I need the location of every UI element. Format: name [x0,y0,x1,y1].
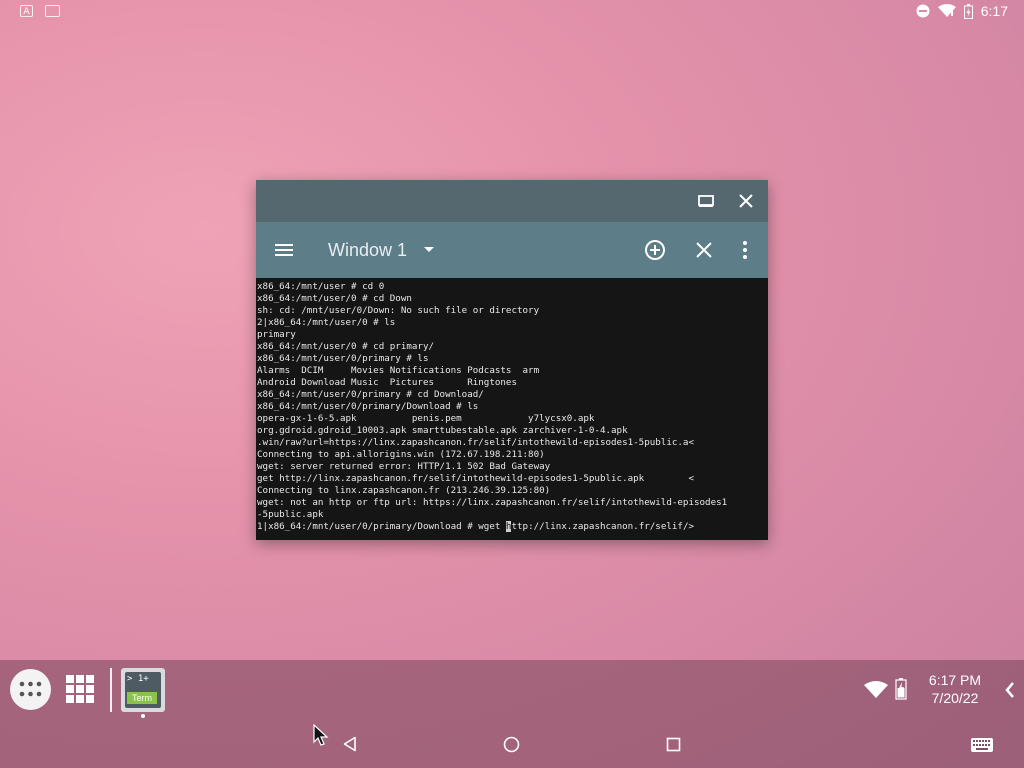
tray-battery-icon[interactable] [895,678,907,700]
taskbar-divider [110,668,112,712]
terminal-app-icon-top: > 1+ [127,674,149,684]
terminal-line: get http://linx.zapashcanon.fr/selif/int… [257,473,694,484]
window-caption-bar[interactable] [256,180,768,222]
do-not-disturb-icon [916,4,930,18]
terminal-line: Connecting to api.allorigins.win (172.67… [257,449,545,460]
terminal-line: Alarms DCIM Movies Notifications Podcast… [257,365,540,376]
prompt-text-after-cursor: ttp://linx.zapashcanon.fr/selif/> [511,521,695,532]
notification-icons: A [20,5,60,17]
taskbar: > 1+ Term 6:17 PM 7/20/22 [0,660,1024,720]
battery-icon [963,3,973,19]
window-title[interactable]: Window 1 [328,240,407,261]
terminal-window: Window 1 x86_64:/mnt/user # cd 0 x86_64:… [256,180,768,540]
mouse-pointer-icon [313,724,329,746]
terminal-line: x86_64:/mnt/user/0/primary # cd Download… [257,389,484,400]
taskbar-clock[interactable]: 6:17 PM 7/20/22 [920,671,990,707]
prompt-text: 1|x86_64:/mnt/user/0/primary/Download # … [257,521,506,532]
back-icon[interactable] [342,736,358,752]
font-notification-icon: A [20,5,33,17]
terminal-prompt[interactable]: 1|x86_64:/mnt/user/0/primary/Download # … [257,521,694,532]
terminal-line: Connecting to linx.zapashcanon.fr (213.2… [257,485,551,496]
terminal-app-button[interactable]: > 1+ Term [121,668,165,712]
system-icons: 6:17 [916,3,1008,19]
terminal-line: sh: cd: /mnt/user/0/Down: No such file o… [257,305,540,316]
status-bar: A 6:17 [0,0,1024,24]
terminal-line: Android Download Music Pictures Ringtone… [257,377,517,388]
app-drawer-button[interactable] [10,669,51,710]
maximize-icon[interactable] [696,191,716,211]
chevron-left-icon[interactable] [1004,680,1016,700]
terminal-line: -5public.apk [257,509,324,520]
terminal-line: primary [257,329,296,340]
wifi-icon [937,4,956,17]
terminal-line: opera-gx-1-6-5.apk penis.pem y7lycsx0.ap… [257,413,595,424]
navigation-bar [0,720,1024,768]
close-icon[interactable] [736,191,756,211]
terminal-app-bar: Window 1 [256,222,768,278]
terminal-line: org.gdroid.gdroid_10003.apk smarttubesta… [257,425,628,436]
home-icon[interactable] [503,736,520,753]
tray-wifi-icon[interactable] [864,681,888,699]
terminal-line: 2|x86_64:/mnt/user/0 # ls [257,317,396,328]
terminal-line: .win/raw?url=https://linx.zapashcanon.fr… [257,437,694,448]
screenshot-notification-icon [45,5,60,17]
terminal-output[interactable]: x86_64:/mnt/user # cd 0 x86_64:/mnt/user… [256,278,768,540]
status-time: 6:17 [980,3,1008,19]
terminal-line: x86_64:/mnt/user/0 # cd primary/ [257,341,435,352]
clock-date: 7/20/22 [931,690,979,706]
terminal-line: x86_64:/mnt/user/0 # cd Down [257,293,412,304]
running-indicator [141,714,145,718]
clock-time: 6:17 PM [928,672,982,688]
close-window-icon[interactable] [695,241,713,259]
app-drawer-icon [19,681,42,697]
terminal-app-icon-label: Term [127,692,157,704]
recent-apps-grid-icon[interactable] [66,673,94,705]
terminal-app-icon: > 1+ Term [125,672,161,708]
terminal-line: wget: not an http or ftp url: https://li… [257,497,728,508]
terminal-line: x86_64:/mnt/user/0/primary/Download # ls [257,401,479,412]
hamburger-menu-icon[interactable] [274,240,294,260]
add-window-icon[interactable] [644,239,666,261]
keyboard-icon[interactable] [971,738,993,752]
terminal-text[interactable]: x86_64:/mnt/user # cd 0 x86_64:/mnt/user… [257,281,768,533]
terminal-line: wget: server returned error: HTTP/1.1 50… [257,461,551,472]
terminal-line: x86_64:/mnt/user # cd 0 [257,281,385,292]
dropdown-arrow-icon[interactable] [422,244,436,256]
overview-icon[interactable] [666,737,681,752]
terminal-line: x86_64:/mnt/user/0/primary # ls [257,353,429,364]
more-options-icon[interactable] [741,240,749,260]
